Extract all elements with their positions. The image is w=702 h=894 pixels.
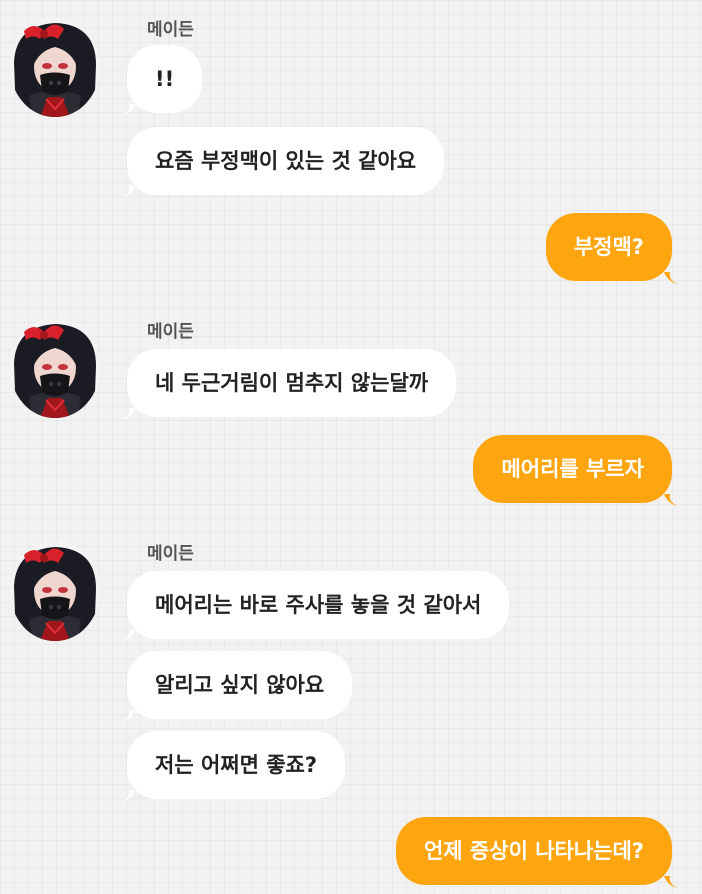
bubble-tail-icon — [121, 630, 135, 642]
incoming-message-bubble[interactable]: 네 두근거림이 멈추지 않는달까 — [121, 349, 457, 420]
bubble-tail-icon — [121, 710, 135, 722]
contact-avatar[interactable] — [10, 318, 100, 418]
chat-area[interactable]: 메이든 !! 요즘 부정맥이 있는 것 같아요 부정맥? 메이든 네 두근거림이… — [0, 0, 702, 894]
message-text: 메어리를 부르자 — [501, 457, 644, 481]
message-text: 저는 어쩌면 좋죠? — [155, 753, 318, 777]
bubble-tail-icon — [664, 876, 678, 888]
message-text: 알리고 싶지 않아요 — [155, 673, 325, 697]
message-text: 부정맥? — [573, 235, 644, 259]
character-portrait-icon — [10, 17, 100, 117]
message-text: 메어리는 바로 주사를 놓을 것 같아서 — [155, 593, 482, 617]
incoming-message-bubble[interactable]: !! — [121, 45, 203, 116]
outgoing-message-bubble[interactable]: 메어리를 부르자 — [473, 435, 678, 506]
outgoing-message-bubble[interactable]: 언제 증상이 나타나는데? — [395, 817, 678, 888]
outgoing-message-bubble[interactable]: 부정맥? — [545, 213, 678, 284]
contact-avatar[interactable] — [10, 541, 100, 641]
incoming-message-bubble[interactable]: 메어리는 바로 주사를 놓을 것 같아서 — [121, 571, 510, 642]
message-text: 언제 증상이 나타나는데? — [423, 839, 644, 863]
bubble-tail-icon — [121, 790, 135, 802]
sender-name: 메이든 — [147, 20, 194, 40]
bubble-tail-icon — [121, 408, 135, 420]
incoming-message-bubble[interactable]: 알리고 싶지 않아요 — [121, 651, 353, 722]
incoming-message-bubble[interactable]: 요즘 부정맥이 있는 것 같아요 — [121, 127, 445, 198]
incoming-message-bubble[interactable]: 저는 어쩌면 좋죠? — [121, 731, 346, 802]
sender-name: 메이든 — [147, 322, 194, 342]
bubble-tail-icon — [121, 186, 135, 198]
message-text: 요즘 부정맥이 있는 것 같아요 — [155, 149, 417, 173]
sender-name: 메이든 — [147, 544, 194, 564]
character-portrait-icon — [10, 541, 100, 641]
bubble-tail-icon — [121, 104, 135, 116]
message-text: !! — [155, 67, 175, 91]
message-text: 네 두근거림이 멈추지 않는달까 — [155, 371, 429, 395]
contact-avatar[interactable] — [10, 17, 100, 117]
character-portrait-icon — [10, 318, 100, 418]
bubble-tail-icon — [664, 272, 678, 284]
bubble-tail-icon — [664, 494, 678, 506]
